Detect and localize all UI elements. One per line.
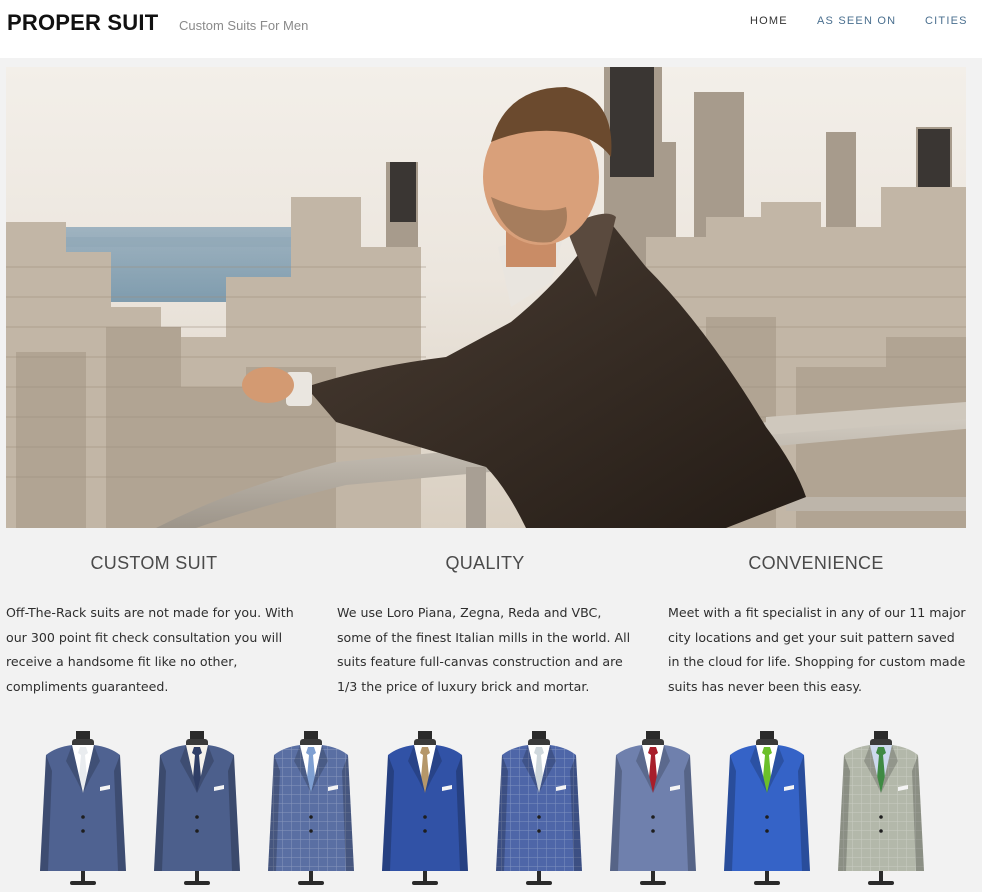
suit-gallery xyxy=(0,725,982,887)
feature-title-convenience: CONVENIENCE xyxy=(748,553,884,573)
feature-body-convenience: Meet with a fit specialist in any of our… xyxy=(668,605,966,694)
feature-title-quality: QUALITY xyxy=(445,553,525,573)
suit-thumbnail[interactable] xyxy=(606,731,700,887)
suit-thumbnail[interactable] xyxy=(492,731,586,887)
hero-image xyxy=(6,67,966,528)
suit-jacket-icon xyxy=(40,731,126,885)
hero-illustration xyxy=(6,67,966,528)
suit-jacket-icon xyxy=(724,731,810,885)
suit-jacket-icon xyxy=(382,731,468,885)
suit-thumbnail[interactable] xyxy=(378,731,472,887)
site-tagline: Custom Suits For Men xyxy=(179,18,309,33)
suit-jacket-icon xyxy=(154,731,240,885)
site-header: PROPER SUIT Custom Suits For Men HOME AS… xyxy=(0,0,982,58)
nav-cities-link[interactable]: CITIES xyxy=(925,15,968,27)
suit-jacket-icon xyxy=(838,731,924,885)
suit-thumbnail[interactable] xyxy=(720,731,814,887)
nav-as-seen-on-link[interactable]: AS SEEN ON xyxy=(817,15,896,27)
feature-title-custom-suit: CUSTOM SUIT xyxy=(90,553,218,573)
suit-thumbnail[interactable] xyxy=(36,731,130,887)
feature-body-quality: We use Loro Piana, Zegna, Reda and VBC, … xyxy=(337,605,631,694)
suit-jacket-icon xyxy=(268,731,354,885)
suit-thumbnail[interactable] xyxy=(834,731,928,887)
suit-thumbnail[interactable] xyxy=(150,731,244,887)
site-logo[interactable]: PROPER SUIT xyxy=(7,10,158,36)
feature-body-custom-suit: Off-The-Rack suits are not made for you.… xyxy=(6,605,294,694)
suit-jacket-icon xyxy=(610,731,696,885)
nav-home-link[interactable]: HOME xyxy=(750,15,788,27)
suit-jacket-icon xyxy=(496,731,582,885)
suit-thumbnail[interactable] xyxy=(264,731,358,887)
